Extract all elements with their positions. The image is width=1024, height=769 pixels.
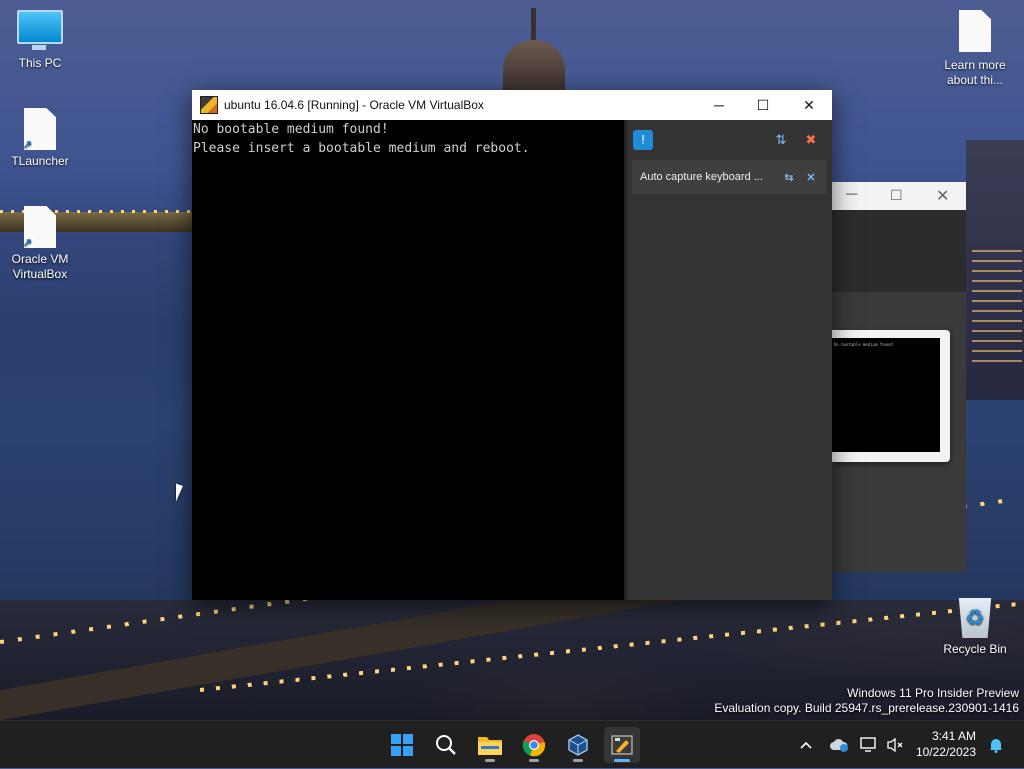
shortcut-arrow-icon: ↗ — [22, 139, 34, 151]
background-window[interactable]: ─ ☐ ✕ No bootable medium found! — [832, 182, 966, 572]
watermark-line: Windows 11 Pro Insider Preview — [847, 686, 1019, 700]
console-line: No bootable medium found! — [193, 122, 389, 137]
desktop-icon-tlauncher[interactable]: ↗ TLauncher — [0, 108, 80, 168]
close-button[interactable]: ✕ — [936, 186, 949, 206]
notification-panel: ! ⇅ ✖ Auto capture keyboard ... ⇆ ✕ — [624, 120, 832, 600]
virtualbox-icon — [200, 96, 218, 114]
windows-logo-icon — [391, 734, 413, 756]
clock-time: 3:41 AM — [931, 729, 976, 743]
desktop-icon-recycle-bin[interactable]: ♻ Recycle Bin — [935, 598, 1015, 656]
minimize-button[interactable]: ─ — [846, 186, 857, 204]
desktop-icon-label: TLauncher — [11, 154, 69, 168]
desktop-icon-label: Recycle Bin — [943, 642, 1007, 656]
maximize-button[interactable]: ☐ — [890, 187, 903, 204]
windows-watermark: Windows 11 Pro Insider Preview Evaluatio… — [714, 686, 1019, 716]
recycle-bin-icon: ♻ — [958, 598, 992, 638]
vm-console-screen[interactable]: No bootable medium found! Please insert … — [192, 120, 624, 600]
running-indicator — [614, 759, 630, 762]
sort-icon[interactable]: ⇅ — [771, 130, 791, 150]
running-indicator — [573, 759, 583, 762]
desktop-icon-label: Oracle VM VirtualBox — [11, 252, 69, 281]
clear-all-icon[interactable]: ✖ — [801, 130, 821, 150]
virtualbox-icon — [568, 734, 588, 756]
minimize-button[interactable]: ─ — [696, 90, 742, 120]
chrome-icon — [522, 734, 546, 757]
desktop-icon-virtualbox[interactable]: ↗ Oracle VM VirtualBox — [0, 206, 80, 282]
volume-tray-button[interactable] — [884, 721, 906, 769]
window-titlebar[interactable]: ubuntu 16.04.6 [Running] - Oracle VM Vir… — [192, 90, 832, 120]
search-button[interactable] — [428, 727, 464, 763]
show-hidden-icons-button[interactable] — [796, 721, 816, 769]
file-shortcut-icon: ↗ — [24, 206, 56, 248]
notification-center-icon[interactable]: ! — [633, 130, 653, 150]
taskbar: 3:41 AM 10/22/2023 — [0, 720, 1024, 768]
search-icon — [436, 735, 456, 755]
desktop-icon-learn-more[interactable]: Learn more about thi... — [935, 10, 1015, 88]
speaker-muted-icon — [887, 737, 903, 753]
notifications-button[interactable] — [986, 721, 1006, 769]
maximize-button[interactable]: ☐ — [740, 90, 786, 120]
system-clock[interactable]: 3:41 AM 10/22/2023 — [916, 728, 976, 760]
file-shortcut-icon: ↗ — [24, 108, 56, 150]
mouse-cursor-icon — [176, 483, 190, 507]
start-button[interactable] — [384, 727, 420, 763]
watermark-line: Evaluation copy. Build 25947.rs_prerelea… — [714, 701, 1019, 715]
desktop-icon-label: Learn more about thi... — [944, 58, 1006, 87]
chrome-button[interactable] — [516, 727, 552, 763]
close-button[interactable]: ✕ — [786, 90, 832, 120]
folder-icon — [478, 737, 502, 755]
file-explorer-button[interactable] — [472, 727, 508, 763]
bell-icon — [990, 739, 1002, 753]
virtualbox-manager-button[interactable] — [560, 727, 596, 763]
vm-window-icon — [611, 735, 633, 755]
console-line: Please insert a bootable medium and rebo… — [193, 141, 530, 156]
virtualbox-vm-button[interactable] — [604, 727, 640, 763]
pin-icon[interactable]: ⇆ — [778, 171, 800, 184]
shortcut-arrow-icon: ↗ — [22, 237, 34, 249]
vm-preview-thumbnail[interactable]: No bootable medium found! — [832, 330, 950, 462]
running-indicator — [485, 759, 495, 762]
chevron-up-icon — [800, 741, 812, 749]
notification-item[interactable]: Auto capture keyboard ... ⇆ ✕ — [632, 160, 826, 194]
window-title: ubuntu 16.04.6 [Running] - Oracle VM Vir… — [224, 98, 484, 112]
vm-preview-text: No bootable medium found! — [834, 342, 895, 347]
notification-panel-header: ! ⇅ ✖ — [627, 120, 832, 158]
close-icon[interactable]: ✕ — [800, 171, 822, 184]
scenery-dome — [503, 40, 565, 92]
notification-text: Auto capture keyboard ... — [640, 171, 763, 183]
virtualbox-vm-window[interactable]: ubuntu 16.04.6 [Running] - Oracle VM Vir… — [192, 90, 832, 600]
cloud-icon — [830, 739, 848, 752]
scenery-spire — [531, 8, 536, 44]
scenery-city-windows — [972, 250, 1022, 370]
background-window-titlebar[interactable]: ─ ☐ ✕ — [832, 182, 966, 210]
network-tray-button[interactable] — [858, 721, 880, 769]
vm-preview-screen: No bootable medium found! — [832, 338, 940, 452]
desktop-icon-this-pc[interactable]: This PC — [0, 10, 80, 70]
network-icon — [860, 737, 876, 752]
clock-date: 10/22/2023 — [915, 745, 976, 759]
desktop-icon-label: This PC — [18, 56, 62, 70]
monitor-icon — [17, 10, 63, 50]
onedrive-tray-button[interactable] — [828, 721, 850, 769]
file-icon — [959, 10, 991, 52]
running-indicator — [529, 759, 539, 762]
